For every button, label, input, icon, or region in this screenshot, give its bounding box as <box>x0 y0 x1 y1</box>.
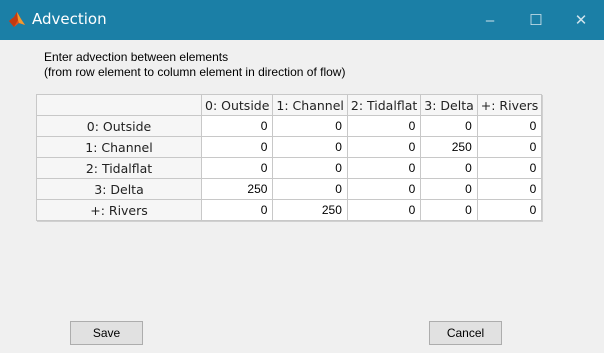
minimize-button[interactable]: – <box>467 0 513 40</box>
row-header[interactable]: 0: Outside <box>36 115 202 137</box>
column-header[interactable]: 0: Outside <box>200 94 274 116</box>
table-cell[interactable]: 0 <box>272 178 348 200</box>
table-cell[interactable]: 0 <box>346 199 422 221</box>
cancel-button[interactable]: Cancel <box>429 321 502 345</box>
table-cell[interactable]: 0 <box>420 157 478 179</box>
table-cell[interactable]: 0 <box>476 178 543 200</box>
maximize-button[interactable]: ☐ <box>513 0 559 40</box>
window-title: Advection <box>32 10 107 28</box>
table-cell[interactable]: 250 <box>272 199 348 221</box>
table-row: 2: Tidalflat 0 0 0 0 0 <box>36 157 543 179</box>
table-cell[interactable]: 0 <box>346 115 422 137</box>
table-cell[interactable]: 0 <box>200 199 274 221</box>
row-header[interactable]: 2: Tidalflat <box>36 157 202 179</box>
row-header[interactable]: 3: Delta <box>36 178 202 200</box>
title-bar[interactable]: Advection – ☐ ✕ <box>0 0 604 40</box>
advection-dialog: Advection – ☐ ✕ Enter advection between … <box>0 0 604 353</box>
table-cell[interactable]: 0 <box>272 157 348 179</box>
close-button[interactable]: ✕ <box>558 0 604 40</box>
table-cell[interactable]: 250 <box>200 178 274 200</box>
table-cell[interactable]: 0 <box>200 136 274 158</box>
instructions-line-2: (from row element to column element in d… <box>44 65 346 79</box>
table-row: 3: Delta 250 0 0 0 0 <box>36 178 543 200</box>
row-header[interactable]: 1: Channel <box>36 136 202 158</box>
table-cell[interactable]: 0 <box>420 199 478 221</box>
table-cell[interactable]: 250 <box>420 136 478 158</box>
column-header[interactable]: +: Rivers <box>476 94 543 116</box>
table-cell[interactable]: 0 <box>420 178 478 200</box>
column-header[interactable]: 1: Channel <box>272 94 348 116</box>
table-cell[interactable]: 0 <box>200 157 274 179</box>
table-cell[interactable]: 0 <box>476 115 543 137</box>
instructions-line-1: Enter advection between elements <box>44 50 229 64</box>
row-header[interactable]: +: Rivers <box>36 199 202 221</box>
table-row: 0: Outside 0 0 0 0 0 <box>36 115 543 137</box>
column-header[interactable]: 2: Tidalflat <box>346 94 422 116</box>
table-cell[interactable]: 0 <box>420 115 478 137</box>
advection-table: 0: Outside 1: Channel 2: Tidalflat 3: De… <box>36 94 543 221</box>
save-button[interactable]: Save <box>70 321 143 345</box>
table-row: 1: Channel 0 0 0 250 0 <box>36 136 543 158</box>
column-header[interactable]: 3: Delta <box>420 94 478 116</box>
table-cell[interactable]: 0 <box>476 157 543 179</box>
instructions-text: Enter advection between elements (from r… <box>44 50 345 80</box>
table-header-row: 0: Outside 1: Channel 2: Tidalflat 3: De… <box>36 94 543 116</box>
table-corner-cell <box>36 94 202 116</box>
matlab-icon <box>8 11 26 29</box>
table-cell[interactable]: 0 <box>346 178 422 200</box>
table-row: +: Rivers 0 250 0 0 0 <box>36 199 543 221</box>
table-cell[interactable]: 0 <box>346 157 422 179</box>
table-cell[interactable]: 0 <box>346 136 422 158</box>
table-cell[interactable]: 0 <box>272 115 348 137</box>
table-cell[interactable]: 0 <box>476 199 543 221</box>
table-cell[interactable]: 0 <box>476 136 543 158</box>
table-cell[interactable]: 0 <box>200 115 274 137</box>
table-cell[interactable]: 0 <box>272 136 348 158</box>
